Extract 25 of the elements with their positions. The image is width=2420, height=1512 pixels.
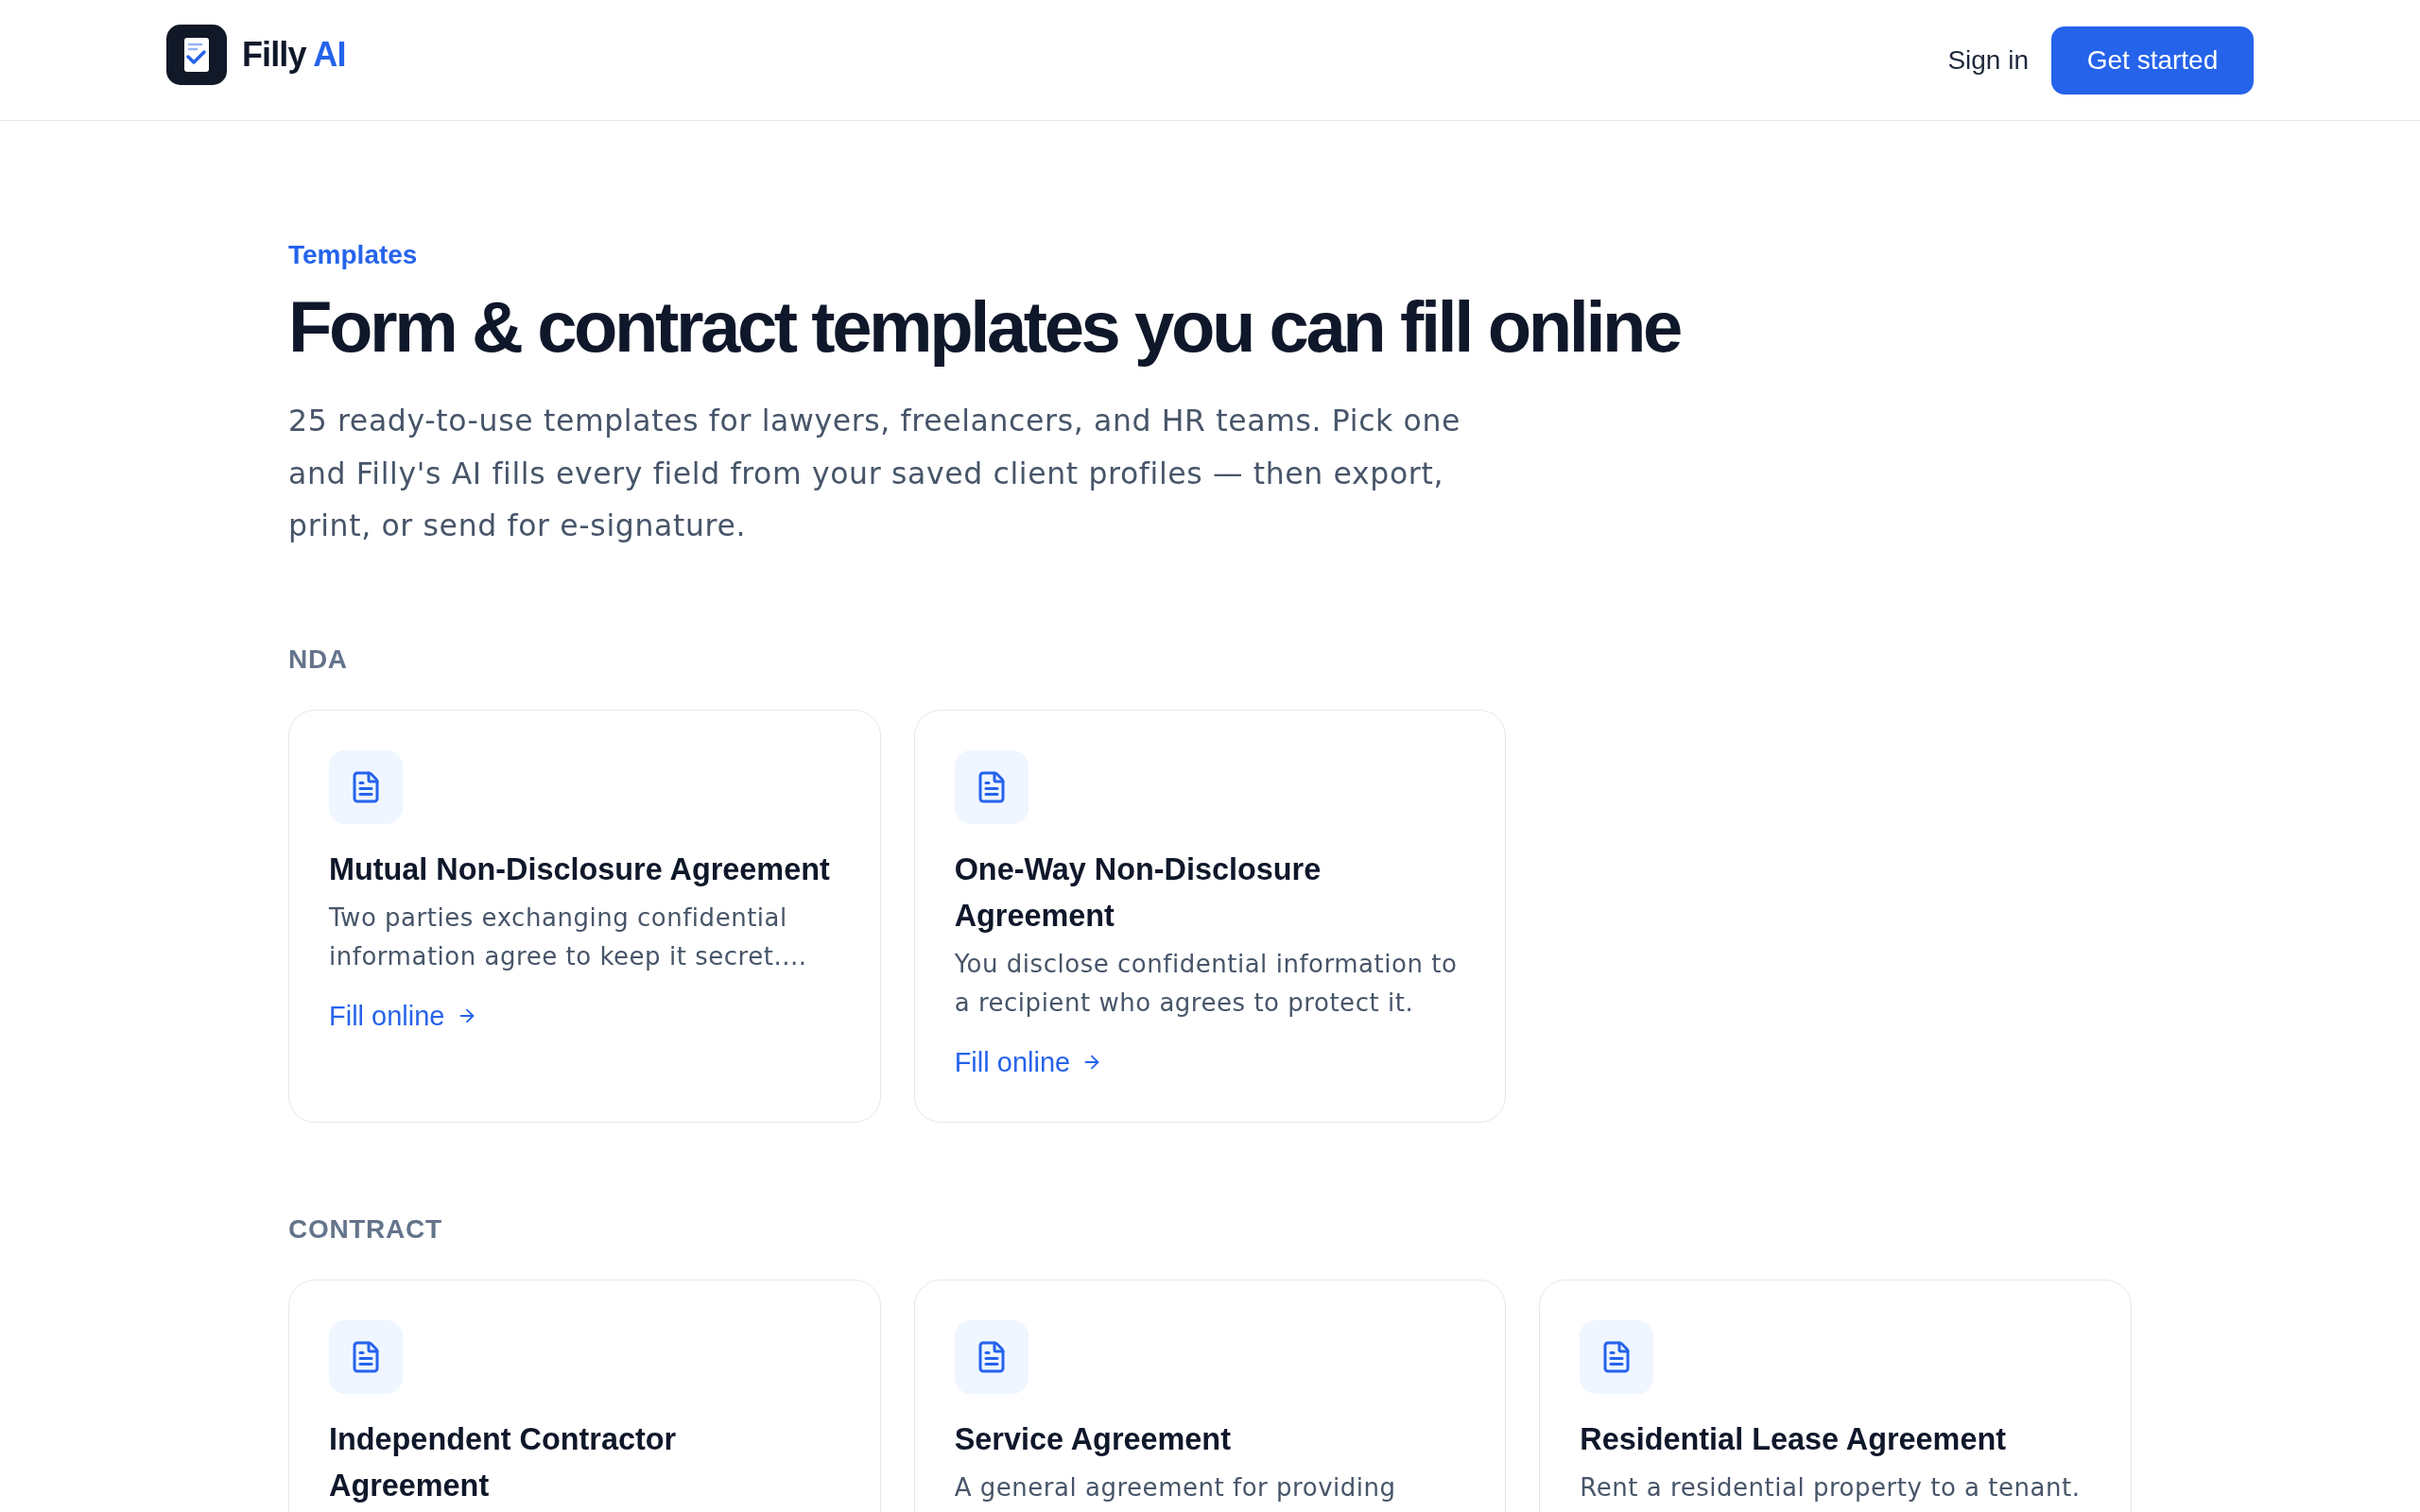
brand-name: Filly AI <box>242 34 346 76</box>
document-icon <box>329 1319 403 1394</box>
document-icon <box>329 749 403 824</box>
template-title: Residential Lease Agreement <box>1580 1420 2006 1458</box>
document-icon <box>954 1319 1028 1394</box>
section-label: CONTRACT <box>288 1212 443 1246</box>
template-title: Mutual Non-Disclosure Agreement <box>329 850 830 888</box>
get-started-button[interactable]: Get started <box>2051 26 2254 94</box>
template-description: Two parties exchanging confidential information agree to keep it secret.... <box>329 902 808 972</box>
template-title: Service Agreement <box>954 1420 1231 1458</box>
template-description: You disclose confidential information to a recipient who agrees to protect it. <box>954 948 1459 1019</box>
fill-online-link[interactable]: Fill online <box>329 995 477 1036</box>
document-icon <box>954 749 1028 824</box>
sign-in-link[interactable]: Sign in <box>1947 41 2029 80</box>
template-description: Rent a residential property to a tenant. <box>1580 1471 2081 1503</box>
document-icon <box>1580 1319 1654 1394</box>
fill-online-link[interactable]: Fill online <box>954 1041 1103 1082</box>
page-title: Form & contract templates you can fill online <box>288 287 1682 367</box>
template-title: Independent Contractor Agreement <box>329 1420 678 1504</box>
section-label: NDA <box>288 643 349 676</box>
template-description: A general agreement for providing <box>954 1471 1396 1503</box>
document-check-icon <box>166 25 227 85</box>
template-title: One-Way Non-Disclosure Agreement <box>954 850 1322 935</box>
eyebrow-label: Templates <box>288 239 419 271</box>
page-description: 25 ready-to-use templates for lawyers, freelancers, and HR teams. Pick one and Filly's AI fills every field from your saved client profiles — then export, print, or send for e-signature. <box>288 403 1462 544</box>
